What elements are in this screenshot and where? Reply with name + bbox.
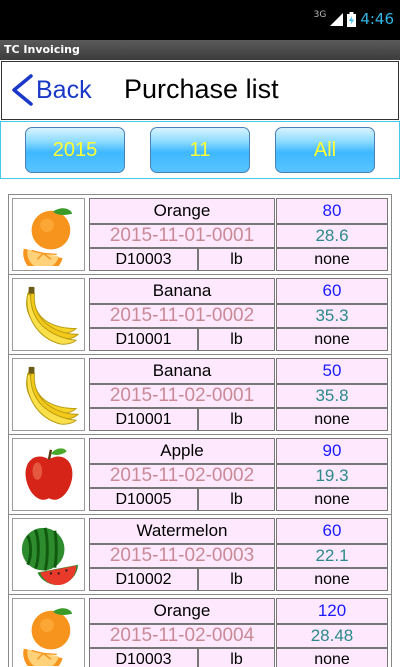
quantity-value: 50 [276, 358, 388, 384]
supplier-code: D10002 [89, 568, 198, 591]
item-name: Banana [89, 278, 275, 304]
quantity-value: 80 [276, 198, 388, 224]
apple-icon [25, 447, 72, 500]
signal-icon [330, 12, 344, 26]
app-title-bar: TC Invoicing [0, 40, 400, 60]
unit-label: lb [198, 328, 275, 351]
orange-icon [22, 207, 72, 266]
note-value: none [276, 648, 388, 667]
header: Back Purchase list [1, 61, 399, 120]
purchase-code: 2015-11-02-0004 [89, 624, 275, 648]
banana-icon [25, 286, 79, 345]
purchase-code: 2015-11-02-0002 [89, 464, 275, 488]
fruit-thumbnail [12, 278, 85, 351]
back-button-label: Back [36, 75, 92, 104]
quantity-value: 120 [276, 598, 388, 624]
item-name: Banana [89, 358, 275, 384]
unit-label: lb [198, 568, 275, 591]
note-value: none [276, 408, 388, 431]
note-value: none [276, 248, 388, 271]
item-name: Orange [89, 198, 275, 224]
purchase-row[interactable]: Orange 2015-11-01-0001 D10003 lb 80 28.6 none [9, 195, 391, 275]
purchase-row[interactable]: Banana 2015-11-01-0002 D10001 lb 60 35.3 none [9, 275, 391, 355]
supplier-code: D10001 [89, 328, 198, 351]
banana-icon [25, 366, 79, 425]
supplier-code: D10003 [89, 648, 198, 667]
back-button[interactable]: Back [10, 71, 98, 109]
supplier-code: D10003 [89, 248, 198, 271]
price-value: 28.48 [276, 624, 388, 648]
purchase-row[interactable]: Apple 2015-11-02-0002 D10005 lb 90 19.3 none [9, 435, 391, 515]
note-value: none [276, 568, 388, 591]
purchase-code: 2015-11-02-0001 [89, 384, 275, 408]
price-value: 35.3 [276, 304, 388, 328]
back-arrow-icon [12, 74, 33, 106]
quantity-value: 90 [276, 438, 388, 464]
price-value: 22.1 [276, 544, 388, 568]
year-filter-button[interactable]: 2015 [25, 127, 125, 173]
purchase-code: 2015-11-01-0002 [89, 304, 275, 328]
purchase-row[interactable]: Banana 2015-11-02-0001 D10001 lb 50 35.8 none [9, 355, 391, 435]
app-title: TC Invoicing [4, 43, 80, 56]
note-value: none [276, 488, 388, 511]
quantity-value: 60 [276, 518, 388, 544]
purchase-row[interactable]: Watermelon 2015-11-02-0003 D10002 lb 60 22.1 n… [9, 515, 391, 595]
fruit-thumbnail [12, 198, 85, 271]
note-value: none [276, 328, 388, 351]
price-value: 19.3 [276, 464, 388, 488]
fruit-thumbnail [12, 438, 85, 511]
watermelon-icon [21, 527, 78, 585]
purchase-code: 2015-11-01-0001 [89, 224, 275, 248]
clock: 4:46 [360, 10, 394, 28]
item-name: Orange [89, 598, 275, 624]
fruit-thumbnail [12, 598, 85, 667]
unit-label: lb [198, 248, 275, 271]
unit-label: lb [198, 648, 275, 667]
status-icons: 3G 4:46 [314, 10, 394, 28]
quantity-value: 60 [276, 278, 388, 304]
unit-label: lb [198, 408, 275, 431]
purchase-list[interactable]: Orange 2015-11-01-0001 D10003 lb 80 28.6 none … [8, 194, 392, 667]
purchase-code: 2015-11-02-0003 [89, 544, 275, 568]
item-name: Watermelon [89, 518, 275, 544]
month-filter-button[interactable]: 11 [150, 127, 250, 173]
price-value: 35.8 [276, 384, 388, 408]
scope-filter-button[interactable]: All [275, 127, 375, 173]
purchase-row[interactable]: Orange 2015-11-02-0004 D10003 lb 120 28.48 non… [9, 595, 391, 667]
orange-icon [22, 607, 72, 666]
status-bar: 3G 4:46 [0, 0, 400, 40]
page-title: Purchase list [124, 74, 279, 104]
filter-bar: 2015 11 All [0, 121, 400, 179]
battery-charging-icon [347, 11, 357, 27]
price-value: 28.6 [276, 224, 388, 248]
supplier-code: D10005 [89, 488, 198, 511]
item-name: Apple [89, 438, 275, 464]
unit-label: lb [198, 488, 275, 511]
supplier-code: D10001 [89, 408, 198, 431]
network-type-label: 3G [313, 10, 327, 20]
fruit-thumbnail [12, 358, 85, 431]
fruit-thumbnail [12, 518, 85, 591]
